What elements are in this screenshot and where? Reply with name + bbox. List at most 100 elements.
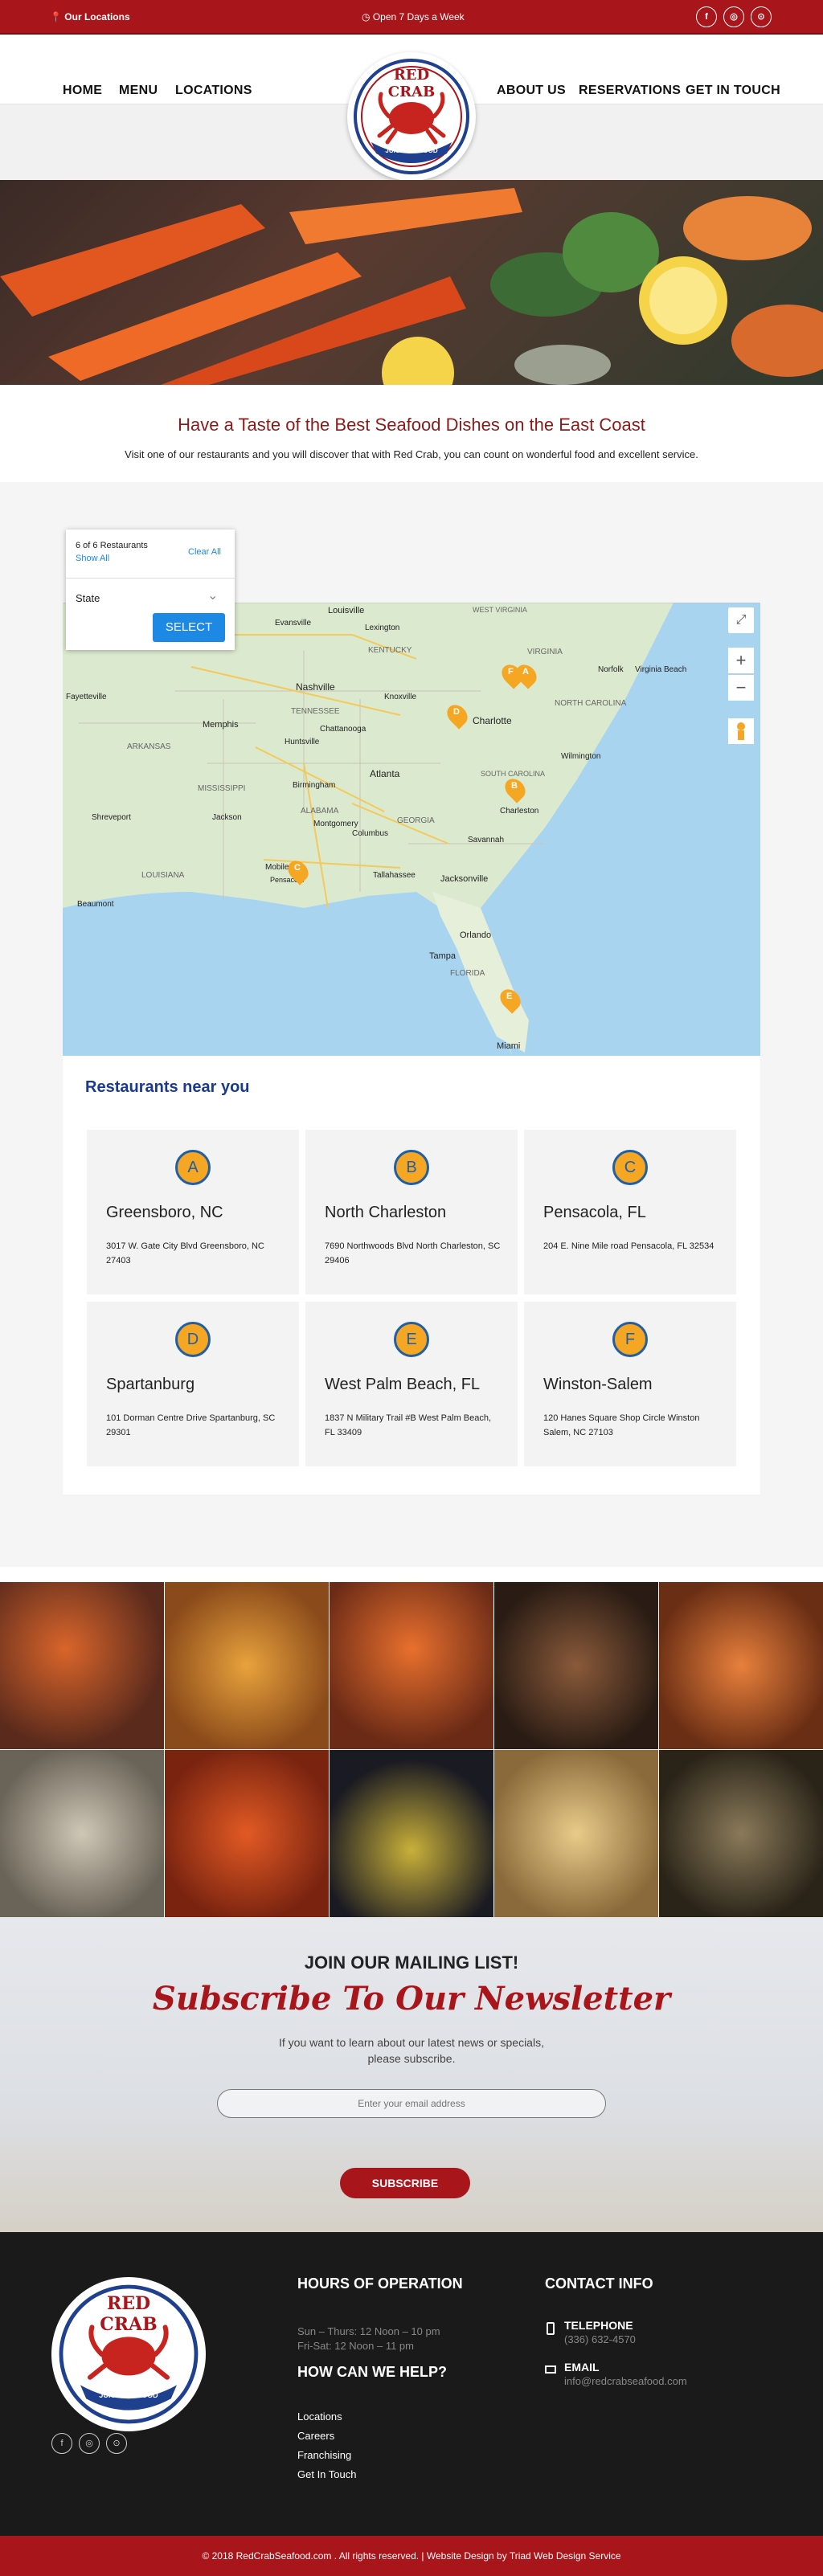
- location-card[interactable]: A Greensboro, NC 3017 W. Gate City Blvd …: [87, 1130, 299, 1294]
- email-field[interactable]: [217, 2089, 606, 2118]
- clock-icon: ◷: [362, 11, 371, 22]
- location-address: 1837 N Military Trail #B West Palm Beach…: [325, 1413, 492, 1437]
- location-city: North Charleston: [325, 1204, 447, 1221]
- footer-link-get-in-touch[interactable]: Get In Touch: [297, 2468, 356, 2480]
- location-card[interactable]: D Spartanburg 101 Dorman Centre Drive Sp…: [87, 1302, 299, 1466]
- footer-logo[interactable]: RED CRAB JUICY SEAFOOD: [51, 2277, 206, 2431]
- footer-link-locations[interactable]: Locations: [297, 2410, 342, 2423]
- map-label-nashville: Nashville: [296, 681, 335, 693]
- gallery-image[interactable]: [165, 1750, 329, 1917]
- open-hours: ◷ Open 7 Days a Week: [362, 11, 465, 22]
- map-label-south-carolina: SOUTH CAROLINA: [481, 770, 546, 778]
- map-label-florida: FLORIDA: [450, 969, 485, 978]
- location-badge: E: [394, 1322, 429, 1357]
- map-label-fayetteville: Fayetteville: [66, 693, 107, 701]
- nav-reservations[interactable]: RESERVATIONS: [579, 84, 681, 98]
- newsletter-text-2: please subscribe.: [367, 2052, 456, 2065]
- nav-about[interactable]: ABOUT US: [497, 84, 566, 98]
- main-nav: HOME MENU LOCATIONS ABOUT US RESERVATION…: [0, 36, 823, 181]
- location-card[interactable]: E West Palm Beach, FL 1837 N Military Tr…: [305, 1302, 518, 1466]
- location-card[interactable]: F Winston-Salem 120 Hanes Square Shop Ci…: [524, 1302, 736, 1466]
- red-crab-logo[interactable]: RED CRAB JUICY SEAFOOD: [347, 52, 476, 181]
- location-card[interactable]: C Pensacola, FL 204 E. Nine Mile road Pe…: [524, 1130, 736, 1294]
- zoom-in-button[interactable]: +: [728, 648, 754, 673]
- gallery-image[interactable]: [659, 1582, 823, 1749]
- location-address: 101 Dorman Centre Drive Spartanburg, SC …: [106, 1413, 276, 1437]
- map-label-miami: Miami: [497, 1041, 521, 1051]
- gallery-image[interactable]: [659, 1750, 823, 1917]
- instagram-icon[interactable]: ◎: [723, 6, 744, 27]
- gallery-image[interactable]: [494, 1582, 658, 1749]
- map-pin-d-letter: D: [453, 707, 460, 717]
- contact-title: CONTACT INFO: [545, 2275, 653, 2292]
- select-button[interactable]: SELECT: [153, 613, 225, 642]
- open-hours-label: Open 7 Days a Week: [372, 11, 465, 22]
- footer-facebook-icon[interactable]: f: [51, 2433, 72, 2454]
- mailing-list-heading: JOIN OUR MAILING LIST!: [304, 1952, 519, 1973]
- gallery-image[interactable]: [330, 1750, 493, 1917]
- map-label-virginia-beach: Virginia Beach: [635, 665, 687, 674]
- location-city: Spartanburg: [106, 1376, 195, 1393]
- clear-all-link[interactable]: Clear All: [188, 547, 221, 557]
- hours-weekend: Fri-Sat: 12 Noon – 11 pm: [297, 2340, 414, 2352]
- location-city: Winston-Salem: [543, 1376, 653, 1393]
- gallery-image[interactable]: [330, 1582, 493, 1749]
- footer-logo-text-bottom: JUICY SEAFOOD: [99, 2391, 158, 2399]
- map-label-charleston: Charleston: [500, 807, 539, 816]
- hours-title: HOURS OF OPERATION: [297, 2275, 463, 2292]
- telephone-value[interactable]: (336) 632-4570: [564, 2333, 636, 2345]
- food-gallery: [0, 1582, 823, 1917]
- state-select-label[interactable]: State: [76, 592, 100, 604]
- location-card[interactable]: B North Charleston 7690 Northwoods Blvd …: [305, 1130, 518, 1294]
- map-label-charlotte: Charlotte: [473, 715, 512, 726]
- street-view-icon[interactable]: [728, 718, 754, 744]
- intro-text: Visit one of our restaurants and you wil…: [125, 448, 698, 460]
- footer-tripadvisor-icon[interactable]: ⊙: [106, 2433, 127, 2454]
- email-value[interactable]: info@redcrabseafood.com: [564, 2375, 687, 2387]
- newsletter-script-title: Subscribe To Our Newsletter: [152, 1980, 671, 2018]
- footer-link-franchising[interactable]: Franchising: [297, 2449, 351, 2461]
- gallery-image[interactable]: [494, 1750, 658, 1917]
- tripadvisor-icon[interactable]: ⊙: [751, 6, 772, 27]
- show-all-link[interactable]: Show All: [76, 554, 109, 563]
- zoom-out-button[interactable]: −: [728, 675, 754, 701]
- our-locations-link[interactable]: 📍 Our Locations: [50, 11, 130, 22]
- map-label-alabama: ALABAMA: [301, 807, 339, 816]
- gallery-image[interactable]: [165, 1582, 329, 1749]
- newsletter-text-1: If you want to learn about our latest ne…: [279, 2036, 544, 2049]
- footer-instagram-icon[interactable]: ◎: [79, 2433, 100, 2454]
- location-address: 3017 W. Gate City Blvd Greensboro, NC 27…: [106, 1241, 264, 1266]
- map-label-mobile: Mobile: [265, 863, 289, 872]
- footer-link-careers[interactable]: Careers: [297, 2430, 334, 2442]
- nav-menu[interactable]: MENU: [119, 84, 158, 98]
- nav-contact[interactable]: GET IN TOUCH: [686, 84, 780, 98]
- locations-map[interactable]: Louisville Lexington Evansville KENTUCKY…: [63, 603, 760, 1057]
- map-label-louisville: Louisville: [328, 606, 365, 615]
- logo-text-top: RED CRAB: [387, 67, 436, 100]
- nav-locations[interactable]: LOCATIONS: [175, 84, 252, 98]
- map-pin-b-letter: B: [511, 781, 518, 791]
- map-label-huntsville: Huntsville: [285, 738, 320, 746]
- subscribe-button[interactable]: SUBSCRIBE: [340, 2168, 470, 2198]
- nav-home[interactable]: HOME: [63, 84, 102, 98]
- location-badge: C: [612, 1150, 648, 1185]
- location-city: Pensacola, FL: [543, 1204, 646, 1221]
- map-label-savannah: Savannah: [468, 836, 505, 844]
- location-city: Greensboro, NC: [106, 1204, 223, 1221]
- map-label-shreveport: Shreveport: [92, 813, 131, 822]
- newsletter-section: JOIN OUR MAILING LIST! Subscribe To Our …: [0, 1917, 823, 2232]
- near-title: Restaurants near you: [85, 1078, 250, 1096]
- fullscreen-button[interactable]: ⤢: [728, 607, 754, 633]
- facebook-icon[interactable]: f: [696, 6, 717, 27]
- map-pin-f-letter: F: [508, 667, 514, 677]
- hero-image: [0, 180, 823, 385]
- restaurant-count: 6 of 6 Restaurants: [76, 541, 148, 550]
- gallery-image[interactable]: [0, 1750, 164, 1917]
- location-badge: B: [394, 1150, 429, 1185]
- footer: RED CRAB JUICY SEAFOOD f ◎ ⊙ HOURS OF OP…: [0, 2232, 823, 2536]
- footer-logo-text-top: RED CRAB: [100, 2293, 158, 2335]
- chevron-down-icon[interactable]: ⌄: [207, 587, 218, 603]
- email-label: EMAIL: [564, 2361, 600, 2374]
- top-bar: 📍 Our Locations ◷ Open 7 Days a Week f ◎…: [0, 0, 823, 35]
- gallery-image[interactable]: [0, 1582, 164, 1749]
